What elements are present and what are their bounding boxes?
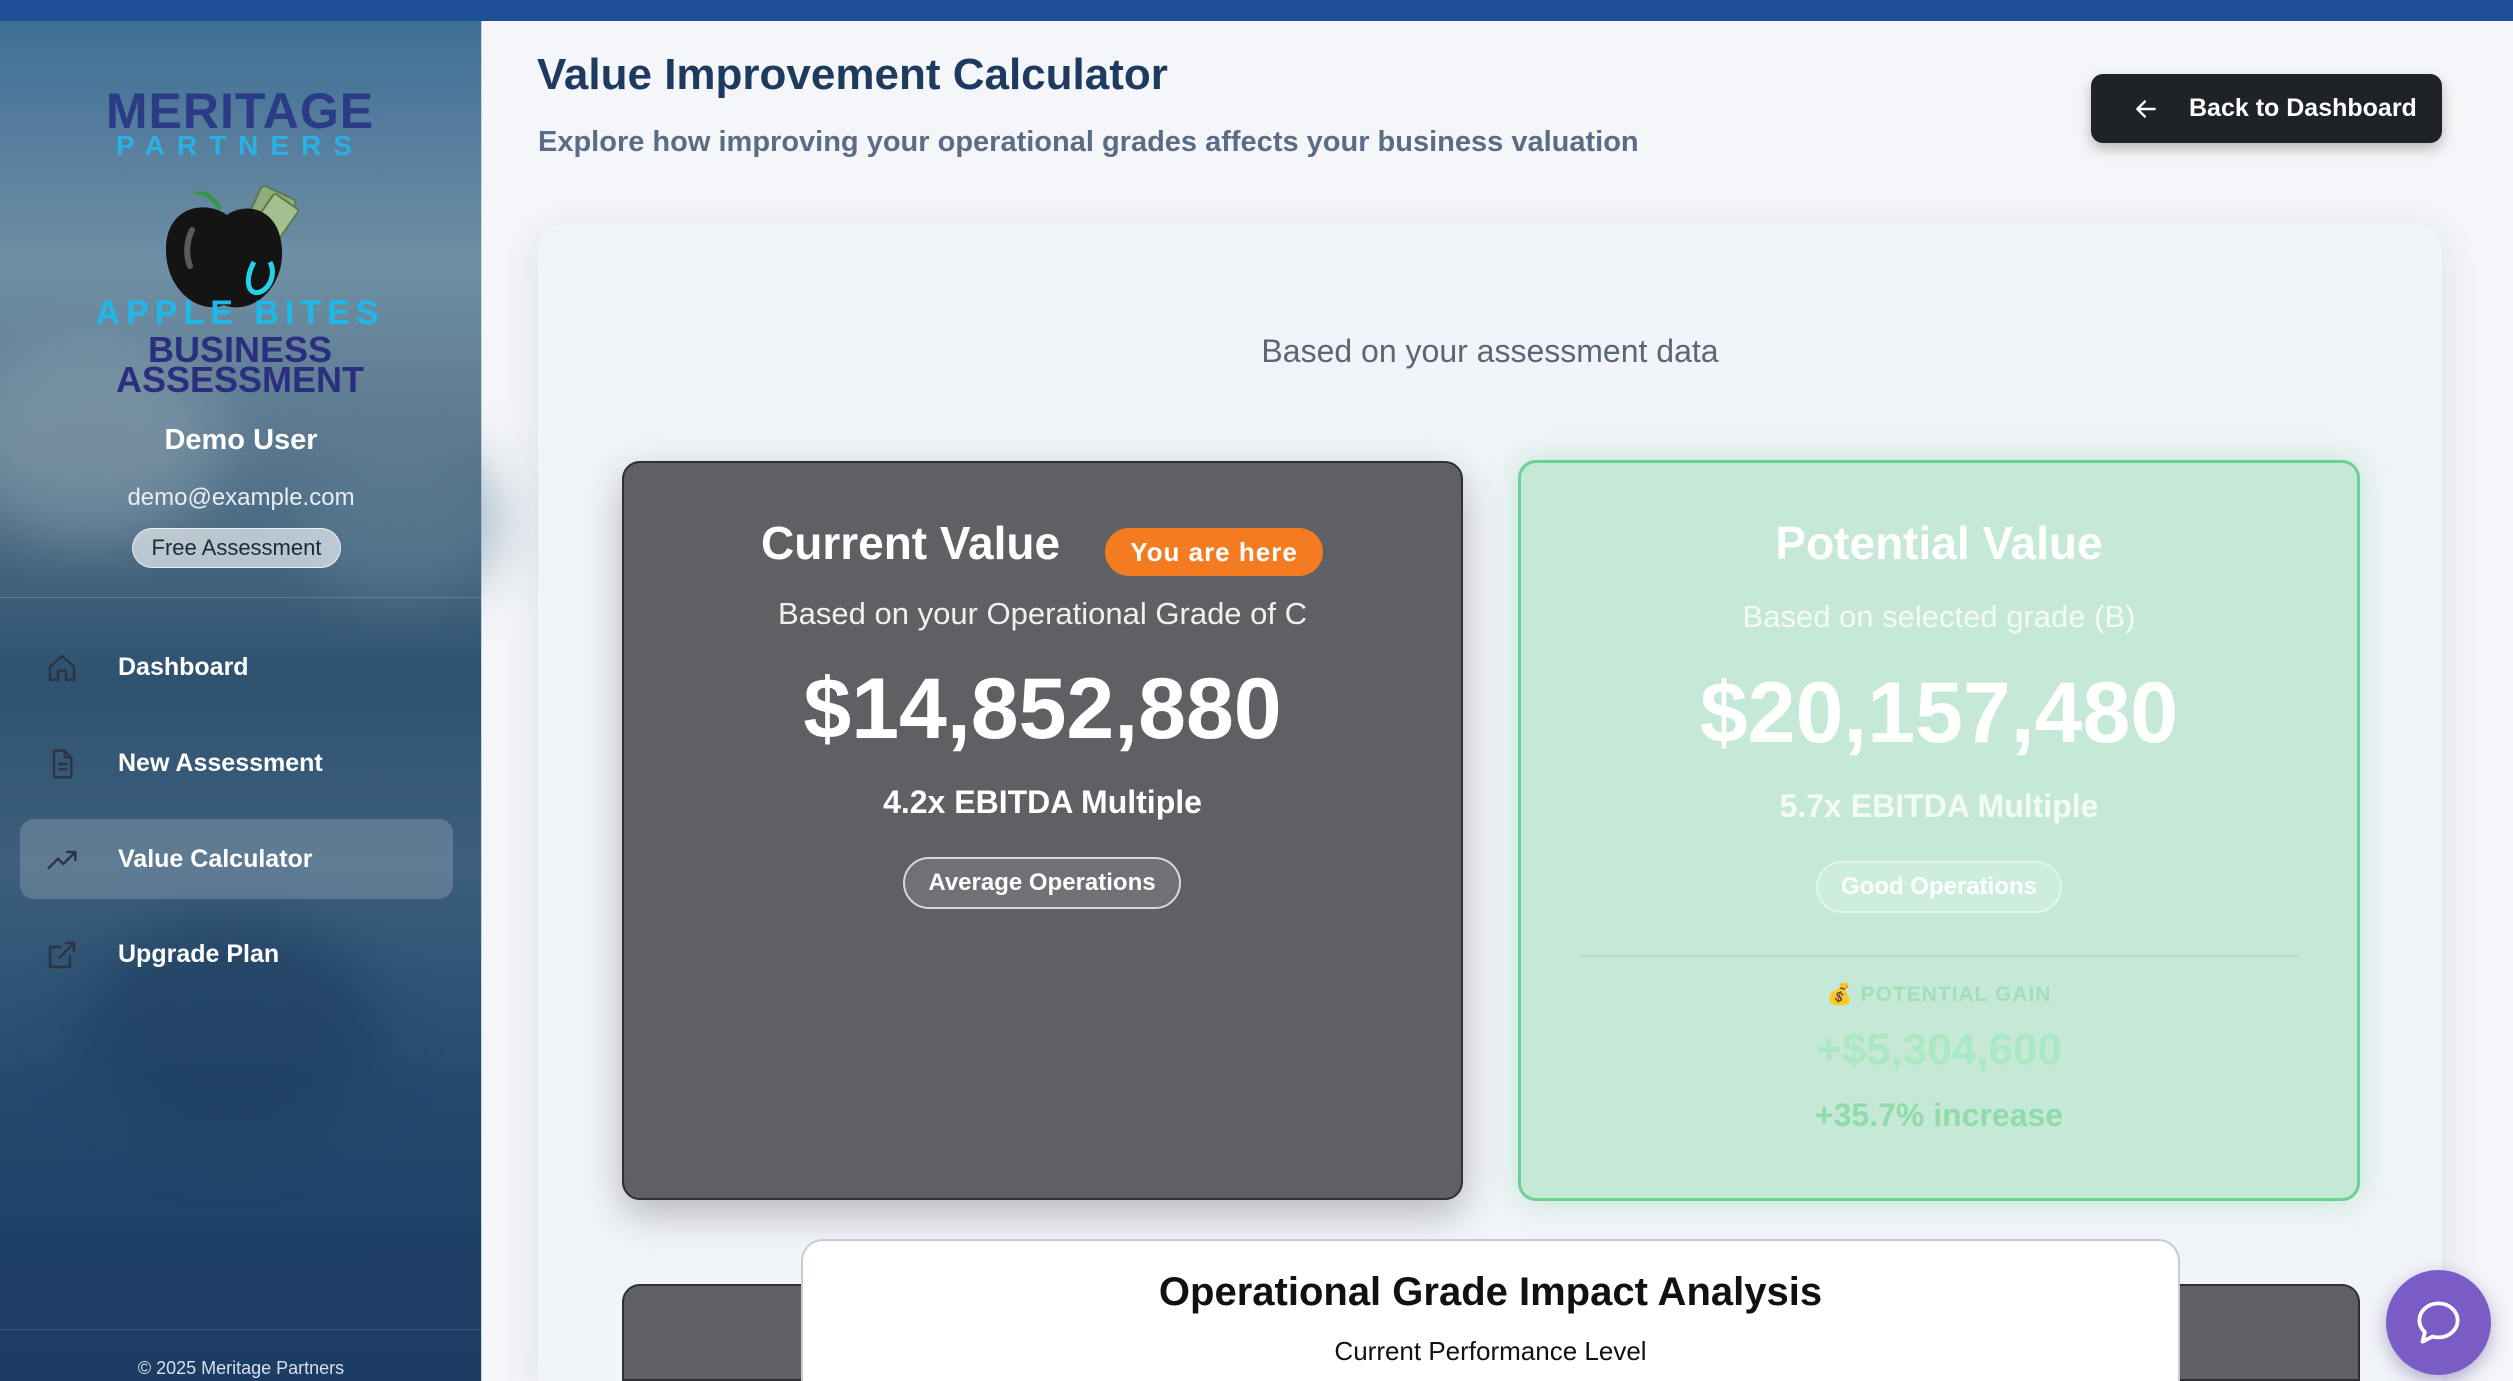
user-name: Demo User bbox=[164, 424, 318, 456]
sidebar-divider bbox=[0, 597, 482, 598]
current-grade-basis: Based on your Operational Grade of C bbox=[777, 596, 1308, 631]
potential-operations-chip: Good Operations bbox=[1816, 861, 2062, 913]
potential-value-card bbox=[1518, 460, 2360, 1201]
sidebar-item-dashboard[interactable]: Dashboard bbox=[20, 627, 453, 707]
sidebar-item-label: Dashboard bbox=[118, 653, 249, 681]
chat-bubble-icon bbox=[2417, 1301, 2460, 1344]
sidebar-item-new-assessment[interactable]: New Assessment bbox=[20, 723, 453, 803]
top-accent-bar bbox=[0, 0, 2513, 21]
potential-gain-label: 💰 POTENTIAL GAIN bbox=[1826, 983, 2052, 1006]
user-email: demo@example.com bbox=[127, 484, 355, 511]
potential-value-title: Potential Value bbox=[1775, 517, 2103, 569]
sidebar-item-upgrade-plan[interactable]: Upgrade Plan bbox=[20, 914, 453, 994]
page-title: Value Improvement Calculator bbox=[537, 50, 1168, 99]
trending-up-icon bbox=[47, 850, 77, 870]
copyright-text: © 2025 Meritage Partners bbox=[137, 1358, 345, 1378]
current-ebitda-multiple: 4.2x EBITDA Multiple bbox=[883, 784, 1202, 820]
back-button-label: Back to Dashboard bbox=[2189, 94, 2417, 122]
potential-divider bbox=[1580, 955, 2298, 957]
potential-grade-basis: Based on selected grade (B) bbox=[1742, 599, 2136, 634]
sidebar-footer-divider bbox=[0, 1329, 482, 1330]
sidebar-item-value-calculator[interactable]: Value Calculator bbox=[20, 819, 453, 899]
sidebar-item-label: New Assessment bbox=[118, 749, 323, 777]
sidebar-item-label: Upgrade Plan bbox=[118, 940, 280, 968]
back-to-dashboard-button[interactable]: Back to Dashboard bbox=[2091, 74, 2442, 143]
sidebar-item-label: Value Calculator bbox=[118, 845, 313, 873]
home-icon bbox=[48, 654, 76, 682]
sidebar-background-blur bbox=[300, 441, 500, 601]
page-subtitle: Explore how improving your operational g… bbox=[538, 126, 1639, 158]
chat-button[interactable] bbox=[2386, 1270, 2491, 1375]
logo-meritage-text: MERITAGE bbox=[105, 83, 375, 139]
logo-apple-bites-text: APPLE BITES bbox=[95, 294, 385, 332]
logo-partners-text: PARTNERS bbox=[116, 130, 364, 161]
logo-assessment-text: ASSESSMENT bbox=[115, 359, 365, 400]
you-are-here-badge: You are here bbox=[1105, 528, 1323, 576]
current-operations-chip: Average Operations bbox=[903, 857, 1181, 909]
current-value-card bbox=[622, 461, 1463, 1200]
external-link-icon bbox=[48, 941, 76, 969]
assessment-basis-note: Based on your assessment data bbox=[1261, 333, 1719, 369]
brand-logo[interactable]: MERITAGE PARTNERS APPLE BITES BUSINESS A… bbox=[80, 62, 400, 402]
plan-badge: Free Assessment bbox=[132, 528, 341, 568]
potential-gain-amount: +$5,304,600 bbox=[1816, 1025, 2062, 1074]
arrow-left-icon bbox=[2136, 100, 2156, 118]
document-icon bbox=[52, 749, 73, 779]
grade-impact-subtitle: Current Performance Level bbox=[1334, 1336, 1647, 1366]
potential-ebitda-multiple: 5.7x EBITDA Multiple bbox=[1779, 788, 2099, 824]
potential-value-amount: $20,157,480 bbox=[1699, 665, 2179, 761]
potential-gain-percent: +35.7% increase bbox=[1814, 1097, 2064, 1133]
grade-card-right bbox=[2160, 1284, 2360, 1381]
current-value-amount: $14,852,880 bbox=[803, 661, 1282, 757]
grade-impact-title: Operational Grade Impact Analysis bbox=[1158, 1270, 1823, 1314]
current-value-title: Current Value bbox=[761, 517, 1061, 569]
